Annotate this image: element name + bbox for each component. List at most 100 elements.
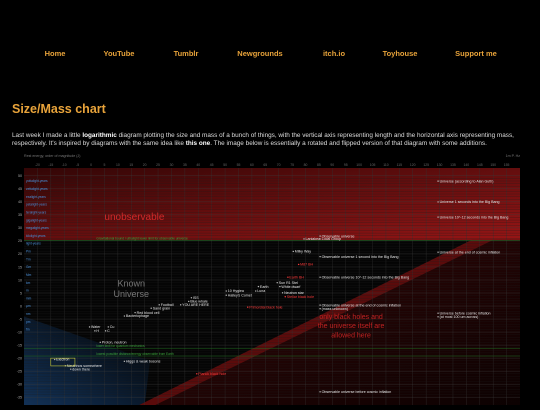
intro-bold-logarithmic: logarithmic (82, 132, 117, 140)
intro-text-3: . The image below is essentially a rotat… (210, 140, 487, 148)
data-point (319, 391, 321, 393)
chart-svg: -20 -15 -10 -5 0 5 10 15 20 25 30 35 40 45 50 55 60 65 70 7… (17, 154, 520, 405)
nav-home[interactable]: Home (45, 49, 66, 58)
x-tick-label: 120 (410, 163, 416, 167)
data-point (319, 238, 321, 240)
data-point (319, 255, 321, 258)
nav-youtube[interactable]: YouTube (104, 49, 135, 58)
x-axis-label: Rest energy, order of magnitude (J) (24, 154, 80, 158)
reference-line-label: Gravitational bound / ultralight lower l… (96, 236, 188, 240)
data-point (297, 263, 300, 266)
x-tick-label: 50 (223, 163, 227, 167)
unit-label: nm (26, 312, 31, 316)
data-point-label: Stellar black hole (287, 295, 314, 299)
y-tick-label: 45 (18, 187, 22, 191)
data-point (225, 290, 227, 292)
region-label-black-holes-1: only black holes and (319, 314, 383, 321)
x-tick-label: 155 (504, 163, 510, 167)
nav-itchio[interactable]: itch.io (323, 49, 345, 58)
x-tick-label: 10 (116, 163, 120, 167)
unit-label: µm (26, 304, 31, 308)
y-tick-label: 15 (18, 265, 22, 269)
data-point (292, 250, 294, 253)
y-tick-label: 35 (18, 213, 22, 217)
unit-label: yottalight-years (26, 179, 48, 183)
x-tick-label: 45 (210, 163, 214, 167)
x-tick-label: -20 (35, 163, 40, 167)
y-tick-label: 30 (18, 226, 22, 230)
nav-support-me[interactable]: Support me (455, 49, 497, 58)
x-tick-label: 5 (103, 163, 105, 167)
y-tick-label: 10 (18, 278, 22, 282)
data-point-label: Observable universe before cosmic inflat… (322, 390, 392, 394)
x-tick-label: 145 (477, 163, 483, 167)
data-point (70, 368, 72, 370)
data-point (279, 285, 281, 288)
x-tick-label: 125 (423, 163, 429, 167)
y-tick-label: 5 (20, 291, 22, 295)
data-point-label: H (96, 329, 99, 333)
data-point (437, 216, 439, 218)
x-tick-label: 85 (317, 163, 321, 167)
data-point-label: down there (72, 367, 90, 371)
nav-toyhouse[interactable]: Toyhouse (383, 49, 418, 58)
x-tick-label: 20 (143, 163, 147, 167)
data-point-label: White dwarf (281, 285, 300, 289)
data-point (107, 326, 109, 328)
data-point (303, 238, 305, 240)
intro-paragraph: Last week I made a little logarithmic di… (12, 132, 528, 148)
y-tick-label: 20 (18, 252, 22, 256)
unit-label: mm (26, 296, 32, 300)
y-tick-label: -5 (19, 317, 22, 321)
y-tick-label: 50 (18, 174, 22, 178)
data-point-label: YOU ARE HERE (182, 303, 210, 307)
data-point-label: Planck black hole (198, 372, 226, 376)
unit-label: Tm (26, 257, 31, 261)
y-tick-label: -20 (17, 356, 22, 360)
data-point-label: Milky Way (295, 250, 311, 254)
x-tick-label: 150 (490, 163, 496, 167)
y-tick-label: -25 (17, 369, 22, 373)
unit-label: Pm (26, 250, 31, 254)
data-point-label: (at most 100 um across) (440, 315, 479, 319)
y-tick-label: -35 (17, 395, 22, 399)
y-tick-label: 40 (18, 200, 22, 204)
x-tick-label: 100 (356, 163, 362, 167)
data-point (284, 296, 286, 298)
nav-newgrounds[interactable]: Newgrounds (237, 49, 282, 58)
data-point-label: Luna (257, 289, 265, 293)
unit-label: fm (26, 328, 30, 332)
x-tick-label: 90 (330, 163, 334, 167)
data-point (94, 330, 96, 332)
unit-label: light-years (26, 242, 41, 246)
this-one-link[interactable]: this one (186, 140, 211, 147)
data-point (276, 281, 278, 284)
x-tick-label: 40 (196, 163, 200, 167)
x-tick-label: 15 (129, 163, 133, 167)
data-point-label: Universe (according to Alan Guth) (440, 179, 494, 183)
data-point-label: Local Group (322, 237, 342, 241)
data-point (319, 276, 321, 278)
x-tick-label: 70 (277, 163, 281, 167)
x-tick-label: 65 (263, 163, 267, 167)
data-point-label: Universe 10^-12 seconds into the Big Ban… (440, 215, 509, 219)
unit-label: Mm (26, 273, 32, 277)
unit-label: m (26, 289, 29, 293)
data-point (437, 312, 439, 314)
unit-label: megalight-years (26, 226, 49, 230)
region-label-unobservable: unobservable (104, 212, 164, 223)
data-point (99, 341, 101, 344)
unit-label: kilolight-years (26, 234, 46, 238)
size-mass-chart: -20 -15 -10 -5 0 5 10 15 20 25 30 35 40 45 50 55 60 65 70 7… (10, 151, 530, 405)
data-point (190, 297, 193, 299)
region-label-known-1: Known (117, 279, 145, 289)
data-point (158, 304, 160, 306)
unit-label: exalight-years (26, 195, 46, 199)
y-tick-label: 0 (20, 304, 22, 308)
x-tick-label: 130 (437, 163, 443, 167)
x-tick-label: 135 (450, 163, 456, 167)
data-point-label: Earth BH (289, 275, 304, 279)
unit-label: zettalight-years (26, 187, 48, 191)
nav-tumblr[interactable]: Tumblr (174, 49, 199, 58)
y-tick-label: 25 (18, 239, 22, 243)
